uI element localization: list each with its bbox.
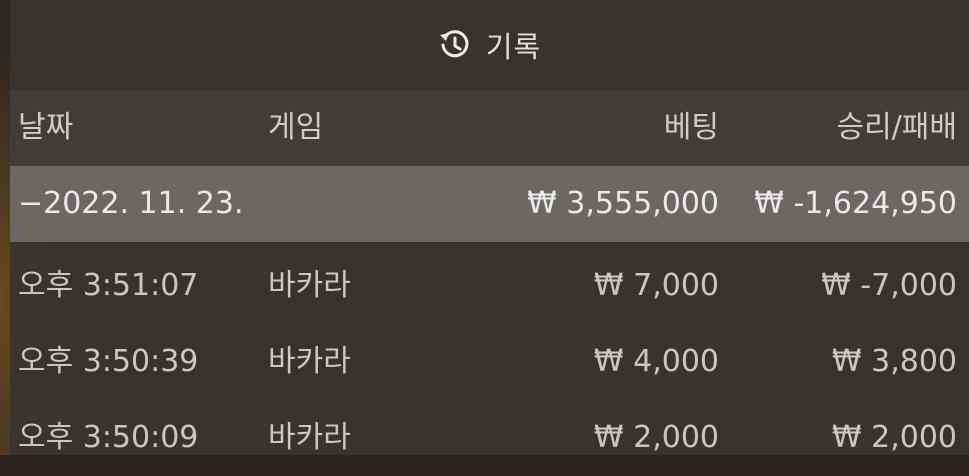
history-icon: [439, 30, 469, 58]
entry-result: ₩ -7,000: [821, 268, 957, 303]
entry-game: 바카라: [268, 344, 351, 379]
column-header-row: 날짜 게임 베팅 승리/패배: [10, 90, 969, 166]
date-group-label: −2022. 11. 23.: [18, 186, 244, 221]
entry-time: 오후 3:50:39: [18, 344, 199, 379]
column-header-result: 승리/패배: [836, 110, 957, 145]
date-group-total-result: ₩ -1,624,950: [754, 186, 957, 221]
column-header-bet: 베팅: [663, 110, 719, 145]
column-header-game: 게임: [268, 110, 324, 145]
panel-header: 기록: [10, 0, 969, 90]
panel-title: 기록: [485, 30, 542, 64]
date-group-row[interactable]: −2022. 11. 23. ₩ 3,555,000 ₩ -1,624,950: [10, 166, 969, 242]
history-panel: 기록 날짜 게임 베팅 승리/패배 −2022. 11. 23. ₩ 3,555…: [10, 0, 969, 455]
entry-result: ₩ 3,800: [831, 344, 957, 379]
entry-time: 오후 3:51:07: [18, 268, 199, 303]
table-row[interactable]: 오후 3:51:07 바카라 ₩ 7,000 ₩ -7,000: [10, 248, 969, 324]
entry-game: 바카라: [268, 420, 351, 455]
date-group-total-bet: ₩ 3,555,000: [527, 186, 719, 221]
entry-bet: ₩ 7,000: [593, 268, 719, 303]
table-row[interactable]: 오후 3:50:09 바카라 ₩ 2,000 ₩ 2,000: [10, 400, 969, 476]
entry-time: 오후 3:50:09: [18, 420, 199, 455]
entry-result: ₩ 2,000: [831, 420, 957, 455]
column-header-date: 날짜: [18, 110, 74, 145]
entry-bet: ₩ 4,000: [593, 344, 719, 379]
table-row[interactable]: 오후 3:50:39 바카라 ₩ 4,000 ₩ 3,800: [10, 324, 969, 400]
entry-game: 바카라: [268, 268, 351, 303]
entry-bet: ₩ 2,000: [593, 420, 719, 455]
